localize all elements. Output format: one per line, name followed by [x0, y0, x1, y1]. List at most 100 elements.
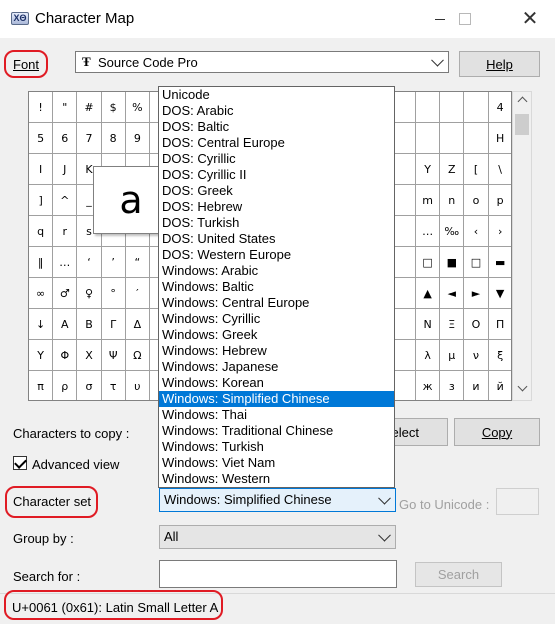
character-cell[interactable]: й [489, 371, 511, 400]
character-cell[interactable]: m [416, 185, 441, 216]
character-cell[interactable]: 4 [488, 92, 511, 123]
character-cell[interactable]: r [53, 216, 78, 247]
character-cell[interactable]: Ω [125, 340, 150, 371]
character-set-option[interactable]: DOS: Western Europe [159, 247, 394, 263]
character-set-option[interactable]: DOS: Central Europe [159, 135, 394, 151]
character-cell[interactable]: μ [440, 340, 465, 371]
character-cell[interactable]: ▬ [488, 247, 511, 278]
character-cell[interactable] [391, 278, 416, 309]
advanced-view-checkbox[interactable] [13, 456, 27, 470]
character-cell[interactable]: Ο [464, 309, 489, 340]
character-cell[interactable]: Ψ [101, 340, 126, 371]
character-cell[interactable]: з [440, 371, 465, 400]
character-cell[interactable]: ‖ [29, 247, 54, 278]
character-set-option[interactable]: Windows: Turkish [159, 439, 394, 455]
character-cell[interactable]: 6 [53, 123, 78, 154]
character-set-option[interactable]: Windows: Japanese [159, 359, 394, 375]
character-cell[interactable]: ∞ [29, 278, 54, 309]
character-cell[interactable]: λ [416, 340, 441, 371]
character-cell[interactable]: и [464, 371, 489, 400]
character-cell[interactable]: … [416, 216, 441, 247]
character-cell[interactable]: % [125, 92, 150, 123]
character-cell[interactable]: \ [488, 154, 511, 185]
character-cell[interactable]: Φ [53, 340, 78, 371]
close-button[interactable]: ✕ [505, 0, 555, 38]
character-cell[interactable]: ↓ [29, 309, 54, 340]
character-set-option[interactable]: Windows: Central Europe [159, 295, 394, 311]
character-cell[interactable]: H [488, 123, 511, 154]
character-cell[interactable]: › [488, 216, 511, 247]
character-cell[interactable]: 8 [101, 123, 126, 154]
character-cell[interactable]: $ [101, 92, 126, 123]
character-cell[interactable]: □ [464, 247, 489, 278]
scroll-up-icon[interactable] [517, 96, 528, 107]
character-set-option[interactable]: Windows: Simplified Chinese [159, 391, 394, 407]
character-cell[interactable]: σ [77, 371, 102, 400]
character-cell[interactable]: ° [101, 278, 126, 309]
character-set-option[interactable]: DOS: United States [159, 231, 394, 247]
character-cell[interactable]: ′ [125, 278, 150, 309]
search-input[interactable] [159, 560, 397, 588]
character-set-option[interactable]: Unicode [159, 87, 394, 103]
grid-scrollbar[interactable] [512, 91, 532, 401]
character-cell[interactable] [464, 123, 489, 154]
character-cell[interactable] [440, 123, 465, 154]
character-cell[interactable]: “ [125, 247, 150, 278]
character-cell[interactable]: ! [29, 92, 54, 123]
character-cell[interactable] [391, 185, 416, 216]
character-cell[interactable]: Χ [77, 340, 102, 371]
character-cell[interactable]: Α [53, 309, 78, 340]
advanced-view-label[interactable]: Advanced view [32, 457, 119, 472]
character-set-option[interactable]: DOS: Arabic [159, 103, 394, 119]
character-set-option[interactable]: DOS: Turkish [159, 215, 394, 231]
character-cell[interactable]: J [53, 154, 78, 185]
character-cell[interactable]: [ [464, 154, 489, 185]
character-cell[interactable]: ► [464, 278, 489, 309]
character-cell[interactable]: ‹ [464, 216, 489, 247]
character-cell[interactable]: p [488, 185, 511, 216]
character-cell[interactable]: υ [126, 371, 150, 400]
scroll-thumb[interactable] [515, 114, 529, 135]
character-cell[interactable]: ж [416, 371, 441, 400]
character-cell[interactable]: q [29, 216, 54, 247]
character-cell[interactable]: ] [29, 185, 54, 216]
character-cell[interactable] [391, 92, 416, 123]
character-cell[interactable]: ◄ [440, 278, 465, 309]
character-cell[interactable]: π [29, 371, 54, 400]
character-cell[interactable]: ρ [53, 371, 78, 400]
character-set-option[interactable]: Windows: Thai [159, 407, 394, 423]
character-cell[interactable]: ξ [488, 340, 511, 371]
character-cell[interactable]: ▼ [488, 278, 511, 309]
character-cell[interactable] [391, 123, 416, 154]
character-cell[interactable]: 5 [29, 123, 54, 154]
character-cell[interactable]: Π [488, 309, 511, 340]
character-set-option[interactable]: DOS: Cyrillic [159, 151, 394, 167]
character-cell[interactable] [416, 92, 441, 123]
character-set-option[interactable]: Windows: Greek [159, 327, 394, 343]
character-set-option[interactable]: Windows: Western [159, 471, 394, 487]
character-set-option[interactable]: Windows: Hebrew [159, 343, 394, 359]
character-cell[interactable]: ■ [440, 247, 465, 278]
character-cell[interactable]: 9 [125, 123, 150, 154]
character-cell[interactable]: Γ [101, 309, 126, 340]
character-cell[interactable]: Β [77, 309, 102, 340]
help-button[interactable]: Help [459, 51, 540, 77]
character-set-option[interactable]: DOS: Baltic [159, 119, 394, 135]
character-cell[interactable] [391, 340, 416, 371]
character-cell[interactable]: Ν [416, 309, 441, 340]
character-cell[interactable]: n [440, 185, 465, 216]
character-cell[interactable]: ’ [101, 247, 126, 278]
character-cell[interactable]: 7 [77, 123, 102, 154]
character-set-dropdown-list[interactable]: Unicode DOS: Arabic DOS: Baltic DOS: Centra… [158, 86, 395, 488]
character-cell[interactable]: Y [416, 154, 441, 185]
character-cell[interactable] [391, 309, 416, 340]
group-by-combobox[interactable]: All [159, 525, 396, 549]
character-cell[interactable]: τ [102, 371, 126, 400]
scroll-down-icon[interactable] [517, 381, 528, 392]
character-cell[interactable]: # [77, 92, 102, 123]
character-cell[interactable] [391, 247, 416, 278]
character-cell[interactable] [464, 92, 489, 123]
character-set-option[interactable]: DOS: Greek [159, 183, 394, 199]
character-cell[interactable]: … [53, 247, 78, 278]
character-cell[interactable]: ▲ [416, 278, 441, 309]
